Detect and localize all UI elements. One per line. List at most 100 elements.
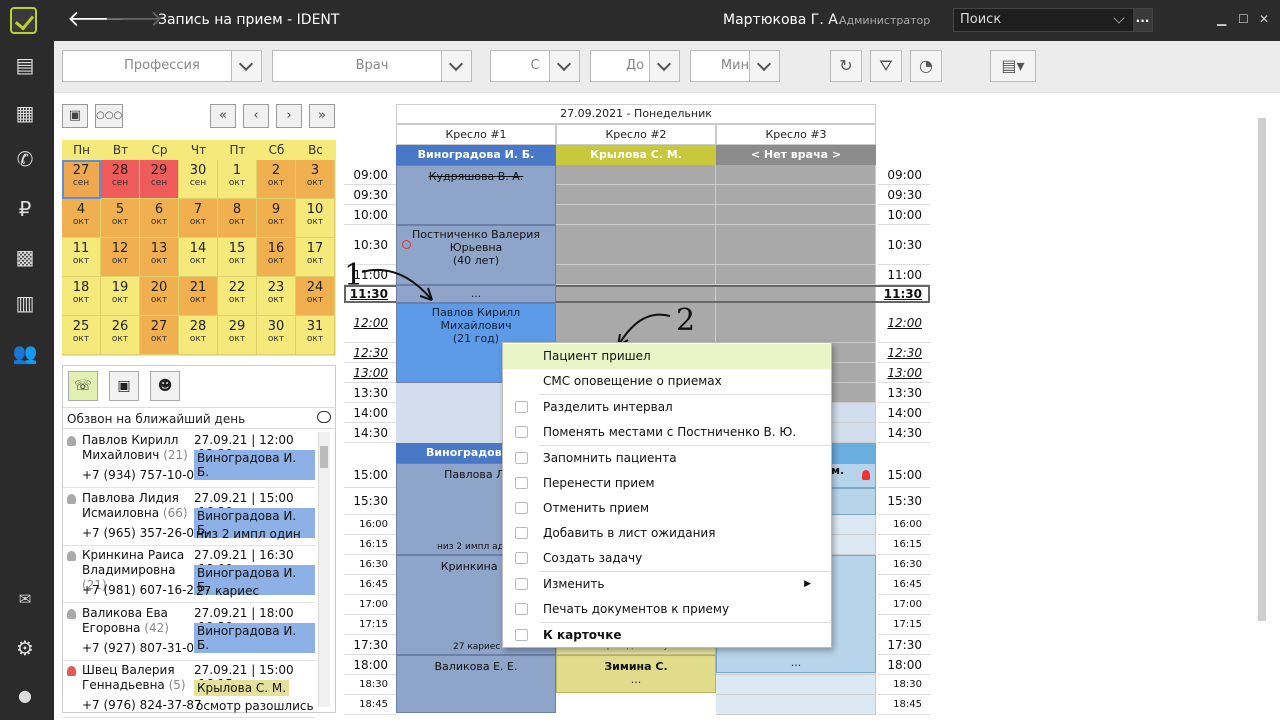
doctor-header[interactable]: Виноградова И. Б. xyxy=(396,145,556,165)
more-icon[interactable]: ... xyxy=(1133,9,1152,31)
report-icon[interactable]: ▥ xyxy=(10,290,40,316)
schedule-cell[interactable] xyxy=(716,185,876,205)
min-select[interactable]: Мин xyxy=(690,50,780,82)
users-icon[interactable]: 👥 xyxy=(10,340,40,366)
from-select[interactable]: С xyxy=(490,50,580,82)
more-dates-icon[interactable]: ○○○ xyxy=(95,104,123,128)
doctor-select[interactable]: Врач xyxy=(272,50,472,82)
schedule-cell[interactable] xyxy=(716,225,876,265)
calendar-day[interactable]: 16 окт xyxy=(257,238,296,277)
mail-icon[interactable]: ✉ xyxy=(10,586,40,612)
schedule-tab-icon[interactable]: ▣ xyxy=(109,371,139,401)
calendar-day[interactable]: 7 окт xyxy=(179,199,218,238)
menu-item[interactable]: Добавить в лист ожидания xyxy=(503,521,831,546)
chevron-down-icon[interactable] xyxy=(649,51,679,81)
calendar-day[interactable]: 20 окт xyxy=(140,277,179,316)
calendar-day[interactable]: 28 сен xyxy=(101,160,140,199)
calendar-day[interactable]: 12 окт xyxy=(101,238,140,277)
doctor-header[interactable]: < Нет врача > xyxy=(716,145,876,165)
menu-item[interactable]: Отменить прием xyxy=(503,496,831,521)
calendar-day[interactable]: 18 окт xyxy=(62,277,101,316)
schedule-cell[interactable] xyxy=(716,205,876,225)
schedule-cell[interactable] xyxy=(716,675,876,695)
call-row[interactable]: Павлов Кирилл Михайлович (21) +7 (934) 75… xyxy=(63,431,315,488)
ruble-icon[interactable]: ₽ xyxy=(10,196,40,222)
calendar-day[interactable]: 29 сен xyxy=(140,160,179,199)
calendar-day[interactable]: 10 окт xyxy=(296,199,335,238)
calendar-day[interactable]: 19 окт xyxy=(101,277,140,316)
to-select[interactable]: До xyxy=(590,50,680,82)
schedule-scroll-thumb[interactable] xyxy=(1258,118,1266,621)
next-week-icon[interactable]: › xyxy=(276,104,302,128)
menu-item[interactable]: Запомнить пациента xyxy=(503,446,831,471)
calendar-day[interactable]: 11 окт xyxy=(62,238,101,277)
calendar-day[interactable]: 29 окт xyxy=(218,316,257,355)
menu-item[interactable]: Перенести прием xyxy=(503,471,831,496)
calendar-day[interactable]: 30 сен xyxy=(179,160,218,199)
print-menu-icon[interactable]: ▤▾ xyxy=(990,50,1036,82)
calendar-day[interactable]: 5 окт xyxy=(101,199,140,238)
patient-tab-icon[interactable]: ☻ xyxy=(150,371,180,401)
menu-item[interactable]: К карточке xyxy=(503,623,831,648)
calendar-day[interactable]: 31 окт xyxy=(296,316,335,355)
calendar-day[interactable]: 14 окт xyxy=(179,238,218,277)
schedule-cell[interactable] xyxy=(716,165,876,185)
calculator-icon[interactable]: ▩ xyxy=(10,244,40,270)
calendar-day[interactable]: 21 окт xyxy=(179,277,218,316)
chevron-down-icon[interactable] xyxy=(231,51,261,81)
call-row[interactable]: Павлова Лидия Исмаиловна (66) +7 (965) 35… xyxy=(63,489,315,546)
schedule-cell[interactable] xyxy=(716,265,876,285)
schedule-cell[interactable] xyxy=(716,695,876,715)
search-input[interactable]: Поиск xyxy=(953,8,1153,32)
minimize-icon[interactable]: ▁ xyxy=(1217,12,1226,26)
chat-icon[interactable] xyxy=(317,411,331,423)
call-row[interactable]: Валикова Ева Егоровна (42) +7 (927) 807-3… xyxy=(63,604,315,661)
calendar-day[interactable]: 27 сен xyxy=(62,160,101,199)
calendar-day[interactable]: 26 окт xyxy=(101,316,140,355)
calls-tab-icon[interactable]: ☏ xyxy=(68,371,98,401)
calendar-day[interactable]: 15 окт xyxy=(218,238,257,277)
calendar-day[interactable]: 30 окт xyxy=(257,316,296,355)
user-icon[interactable]: ● xyxy=(10,683,40,709)
calendar-day[interactable]: 2 окт xyxy=(257,160,296,199)
maximize-icon[interactable]: ☐ xyxy=(1238,12,1249,26)
today-icon[interactable]: ▣ xyxy=(62,104,88,128)
calls-scroll-thumb[interactable] xyxy=(320,446,328,468)
schedule-cell[interactable] xyxy=(556,185,716,205)
calendar-day[interactable]: 17 окт xyxy=(296,238,335,277)
refresh-icon[interactable]: ↻ xyxy=(830,50,862,82)
calendar-day[interactable]: 28 окт xyxy=(179,316,218,355)
menu-item[interactable]: СМС оповещение о приемах xyxy=(503,369,831,394)
menu-item[interactable]: Создать задачу xyxy=(503,546,831,571)
gear-icon[interactable]: ⚙ xyxy=(10,635,40,661)
prev-week-icon[interactable]: ‹ xyxy=(243,104,269,128)
menu-item[interactable]: Пациент пришел xyxy=(503,344,831,369)
doctor-header[interactable]: Крылова С. М. xyxy=(556,145,716,165)
calendar-day[interactable]: 25 окт xyxy=(62,316,101,355)
close-icon[interactable]: ✕ xyxy=(1259,12,1269,26)
app-logo-icon[interactable] xyxy=(10,7,37,34)
call-row[interactable]: Кринкина Раиса Владимировна (21) +7 (981)… xyxy=(63,546,315,603)
document-icon[interactable]: ▤ xyxy=(10,52,40,78)
settings-toggle-icon[interactable]: ◔ xyxy=(910,50,942,82)
menu-item[interactable]: Изменить ▶ xyxy=(503,572,831,597)
schedule-cell[interactable] xyxy=(716,303,876,343)
chevron-down-icon[interactable] xyxy=(441,51,471,81)
appointment-block[interactable]: Зимина С.... xyxy=(556,655,716,693)
call-row[interactable]: Швец Валерия Геннадьевна (5) +7 (976) 824… xyxy=(63,661,315,718)
profession-select[interactable]: Профессия xyxy=(62,50,262,82)
menu-item[interactable]: Разделить интервал xyxy=(503,395,831,420)
calendar-day[interactable]: 8 окт xyxy=(218,199,257,238)
appointment-block[interactable]: Кудряшова В. А. xyxy=(396,165,556,225)
calendar-day[interactable]: 3 окт xyxy=(296,160,335,199)
chevron-down-icon[interactable] xyxy=(749,51,779,81)
calendar-day[interactable]: 22 окт xyxy=(218,277,257,316)
calendar-day[interactable]: 1 окт xyxy=(218,160,257,199)
calendar-day[interactable]: 13 окт xyxy=(140,238,179,277)
clear-filter-icon[interactable]: ⛛ xyxy=(870,50,902,82)
calendar-day[interactable]: 27 окт xyxy=(140,316,179,355)
schedule-cell[interactable] xyxy=(556,205,716,225)
calendar-day[interactable]: 23 окт xyxy=(257,277,296,316)
menu-item[interactable]: Печать документов к приему xyxy=(503,597,831,622)
calendar-day[interactable]: 24 окт xyxy=(296,277,335,316)
